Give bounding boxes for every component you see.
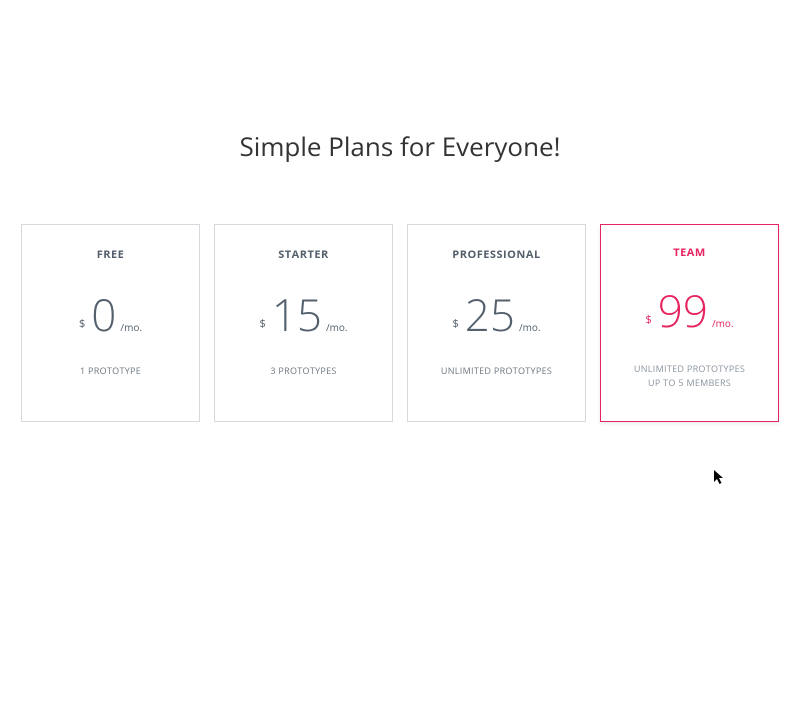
plan-price: $ 15 /mo.: [225, 292, 382, 336]
price-period: /mo.: [120, 320, 142, 334]
price-period: /mo.: [326, 320, 348, 334]
price-amount: 25: [465, 292, 515, 336]
currency-symbol: $: [645, 312, 651, 327]
price-amount: 99: [658, 288, 708, 332]
price-period: /mo.: [519, 320, 541, 334]
page-title: Simple Plans for Everyone!: [20, 128, 780, 164]
plan-name: TEAM: [611, 245, 768, 260]
currency-symbol: $: [79, 316, 85, 331]
price-period: /mo.: [712, 316, 734, 330]
plan-price: $ 0 /mo.: [32, 292, 189, 336]
plan-card-team[interactable]: TEAM $ 99 /mo. UNLIMITED PROTOTYPES UP T…: [600, 224, 779, 422]
plan-price: $ 99 /mo.: [611, 288, 768, 332]
plan-name: FREE: [32, 247, 189, 262]
plans-row: FREE $ 0 /mo. 1 PROTOTYPE STARTER $ 15 /…: [20, 224, 780, 422]
cursor-icon: [714, 470, 726, 491]
plan-card-free[interactable]: FREE $ 0 /mo. 1 PROTOTYPE: [21, 224, 200, 422]
plan-feature: 3 PROTOTYPES: [225, 364, 382, 378]
plan-feature: UNLIMITED PROTOTYPES: [611, 362, 768, 376]
currency-symbol: $: [452, 316, 458, 331]
currency-symbol: $: [259, 316, 265, 331]
plan-card-starter[interactable]: STARTER $ 15 /mo. 3 PROTOTYPES: [214, 224, 393, 422]
plan-feature: UNLIMITED PROTOTYPES: [418, 364, 575, 378]
plan-name: PROFESSIONAL: [418, 247, 575, 262]
price-amount: 0: [91, 292, 116, 336]
plan-card-professional[interactable]: PROFESSIONAL $ 25 /mo. UNLIMITED PROTOTY…: [407, 224, 586, 422]
plan-feature: UP TO 5 MEMBERS: [611, 376, 768, 390]
plan-feature: 1 PROTOTYPE: [32, 364, 189, 378]
price-amount: 15: [272, 292, 322, 336]
plan-name: STARTER: [225, 247, 382, 262]
plan-price: $ 25 /mo.: [418, 292, 575, 336]
